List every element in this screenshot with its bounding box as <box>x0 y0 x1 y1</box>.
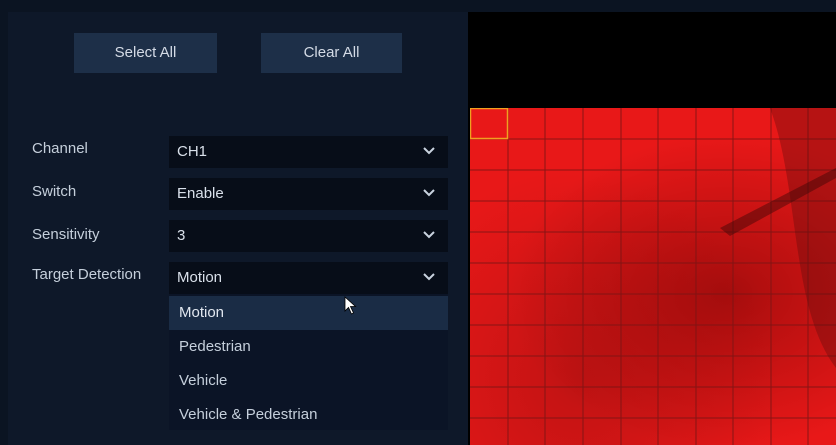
switch-select[interactable]: Enable <box>169 178 448 210</box>
dropdown-option-pedestrian[interactable]: Pedestrian <box>169 330 448 364</box>
channel-value: CH1 <box>177 143 208 160</box>
chevron-down-icon <box>423 147 435 155</box>
select-all-button[interactable]: Select All <box>74 33 217 73</box>
switch-label: Switch <box>32 183 77 200</box>
motion-detection-grid[interactable] <box>470 108 836 445</box>
dropdown-option-motion[interactable]: Motion <box>169 296 448 330</box>
sensitivity-label: Sensitivity <box>32 226 100 243</box>
dropdown-option-vehicle[interactable]: Vehicle <box>169 364 448 398</box>
mouse-pointer-icon <box>344 296 357 315</box>
target-detection-value: Motion <box>177 269 223 286</box>
chevron-down-icon <box>423 231 435 239</box>
channel-label: Channel <box>32 140 88 157</box>
chevron-down-icon <box>423 189 435 197</box>
sensitivity-value: 3 <box>177 227 186 244</box>
sensitivity-select[interactable]: 3 <box>169 220 448 252</box>
dropdown-option-vehicle-and-pedestrian[interactable]: Vehicle & Pedestrian <box>169 398 448 432</box>
switch-value: Enable <box>177 185 224 202</box>
grid-overlay <box>470 108 836 445</box>
target-detection-dropdown: Motion Pedestrian Vehicle Vehicle & Pede… <box>169 294 448 430</box>
chevron-down-icon <box>423 273 435 281</box>
target-detection-label: Target Detection <box>32 266 142 283</box>
clear-all-button[interactable]: Clear All <box>261 33 402 73</box>
target-detection-select[interactable]: Motion <box>169 262 448 294</box>
selected-grid-cell[interactable] <box>470 108 509 140</box>
channel-select[interactable]: CH1 <box>169 136 448 168</box>
